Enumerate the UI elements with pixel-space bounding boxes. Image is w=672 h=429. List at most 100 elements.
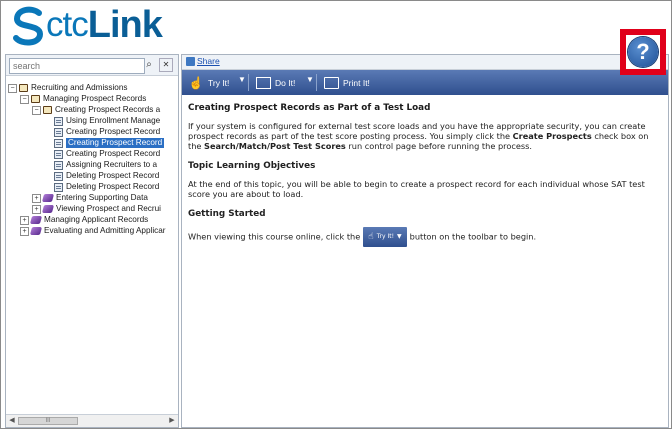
page-icon (54, 138, 63, 148)
book-icon (31, 95, 40, 103)
page-icon (54, 160, 63, 170)
try-it-label: Try It! (208, 77, 230, 88)
dropdown-arrow-icon: ▼ (397, 233, 402, 240)
page-icon (54, 171, 63, 181)
print-it-button[interactable]: Print It! (324, 73, 370, 92)
outline-panel: ⌕ ✕ − Recruiting and Admissions − Managi… (5, 54, 179, 428)
help-button[interactable]: ? (620, 29, 666, 75)
getting-started-text-1: When viewing this course online, click t… (188, 231, 361, 242)
tree-item[interactable]: Assigning Recruiters to a (54, 160, 157, 170)
toolbar: ☝ Try It! ▼ Do It! ▼ Print It! (182, 70, 668, 95)
logo-text-link: Link (87, 4, 163, 46)
tree-item-label: Entering Supporting Data (56, 193, 148, 202)
tree-item-label: Evaluating and Admitting Applicar (44, 226, 166, 235)
tree-item[interactable]: − Managing Prospect Records (20, 94, 146, 104)
help-question-icon: ? (628, 37, 658, 67)
header-bar: ctc Link (2, 2, 670, 48)
search-bar: ⌕ ✕ (6, 55, 178, 76)
content-panel: Share ☝ Try It! ▼ Do It! ▼ Print It! Cre… (181, 54, 669, 428)
expand-icon[interactable]: + (20, 215, 29, 225)
do-it-label: Do It! (275, 77, 296, 88)
try-it-button[interactable]: ☝ Try It! (188, 73, 230, 92)
do-it-button[interactable]: Do It! (256, 73, 295, 92)
ctclink-logo: ctc Link (12, 4, 163, 46)
tree-item-label: Managing Prospect Records (43, 94, 147, 103)
tree-item[interactable]: Using Enrollment Manage (54, 116, 160, 126)
collapse-icon[interactable]: − (32, 105, 41, 115)
gem-icon (29, 216, 43, 224)
logo-swirl-icon (12, 6, 46, 46)
horizontal-scrollbar[interactable]: ◀ III ▶ (6, 414, 178, 427)
objectives-heading: Topic Learning Objectives (188, 161, 316, 171)
tree-item[interactable]: − Recruiting and Admissions (8, 83, 127, 93)
tree-item-label: Managing Applicant Records (44, 215, 149, 224)
print-it-label: Print It! (343, 77, 370, 88)
tree-item[interactable]: Deleting Prospect Record (54, 182, 159, 192)
outline-tree: − Recruiting and Admissions − Managing P… (6, 79, 178, 409)
toolbar-divider (316, 74, 317, 91)
tree-item-label: Viewing Prospect and Recrui (56, 204, 161, 213)
tree-item[interactable]: + Entering Supporting Data (32, 193, 148, 203)
intro-text-3: run control page before running the proc… (345, 141, 533, 151)
tree-item[interactable]: + Viewing Prospect and Recrui (32, 204, 161, 214)
getting-started-paragraph: When viewing this course online, click t… (188, 227, 662, 247)
expand-icon[interactable]: + (20, 226, 29, 236)
book-icon (43, 106, 52, 114)
create-prospects-term: Create Prospects (512, 131, 592, 141)
app-window: ctcLink ? ⌕ ✕ − Recruiting and Admission… (0, 0, 672, 429)
share-label: Share (197, 56, 220, 66)
run-control-term: Search/Match/Post Test Scores (204, 141, 346, 151)
book-icon (19, 84, 28, 92)
close-icon[interactable]: ✕ (159, 58, 173, 72)
search-input[interactable] (9, 58, 145, 74)
topic-content: Creating Prospect Records as Part of a T… (188, 103, 662, 257)
share-bar: Share (182, 55, 668, 70)
collapse-icon[interactable]: − (8, 83, 17, 93)
gem-icon (41, 205, 55, 213)
hand-pointer-icon: ☝ (188, 75, 204, 90)
inline-try-it-label: Try It! (376, 233, 394, 240)
intro-paragraph: If your system is configured for externa… (188, 121, 662, 151)
page-icon (54, 127, 63, 137)
expand-icon[interactable]: + (32, 204, 41, 214)
tree-item-label: Recruiting and Admissions (31, 83, 128, 92)
share-link[interactable]: Share (186, 56, 220, 66)
inline-try-it-button: ☝ Try It! ▼ (363, 227, 407, 247)
page-icon (54, 149, 63, 159)
gem-icon (29, 227, 43, 235)
share-icon (186, 56, 195, 66)
scroll-thumb[interactable]: III (18, 417, 78, 425)
search-icon[interactable]: ⌕ (142, 58, 156, 72)
hand-pointer-icon: ☝ (368, 232, 374, 242)
try-dropdown-icon[interactable]: ▼ (238, 75, 246, 84)
do-dropdown-icon[interactable]: ▼ (306, 75, 314, 84)
logo-text-ctc: ctc (46, 5, 89, 44)
tree-item[interactable]: − Creating Prospect Records a (32, 105, 160, 115)
toolbar-divider (248, 74, 249, 91)
tree-item[interactable]: Creating Prospect Record (54, 149, 160, 159)
tree-item-label: Deleting Prospect Record (66, 182, 160, 191)
tree-item[interactable]: + Evaluating and Admitting Applicar (20, 226, 166, 236)
objectives-paragraph: At the end of this topic, you will be ab… (188, 179, 645, 199)
tree-item[interactable]: Deleting Prospect Record (54, 171, 159, 181)
tree-item-selected[interactable]: Creating Prospect Record (54, 138, 165, 148)
tree-item-label: Assigning Recruiters to a (66, 160, 158, 169)
page-title: Creating Prospect Records as Part of a T… (188, 103, 431, 113)
printer-icon (324, 76, 339, 89)
tree-item[interactable]: + Managing Applicant Records (20, 215, 148, 225)
tree-item-label: Creating Prospect Record (66, 138, 165, 148)
collapse-icon[interactable]: − (20, 94, 29, 104)
getting-started-heading: Getting Started (188, 209, 266, 219)
page-icon (54, 116, 63, 126)
tree-item-label: Creating Prospect Record (66, 127, 161, 136)
screen-icon (256, 76, 271, 89)
page-icon (54, 182, 63, 192)
scroll-left-icon[interactable]: ◀ (7, 416, 17, 426)
tree-item[interactable]: Creating Prospect Record (54, 127, 160, 137)
tree-item-label: Deleting Prospect Record (66, 171, 160, 180)
gem-icon (41, 194, 55, 202)
expand-icon[interactable]: + (32, 193, 41, 203)
tree-item-label: Creating Prospect Records a (55, 105, 161, 114)
scroll-right-icon[interactable]: ▶ (167, 416, 177, 426)
getting-started-text-2: button on the toolbar to begin. (409, 231, 537, 242)
